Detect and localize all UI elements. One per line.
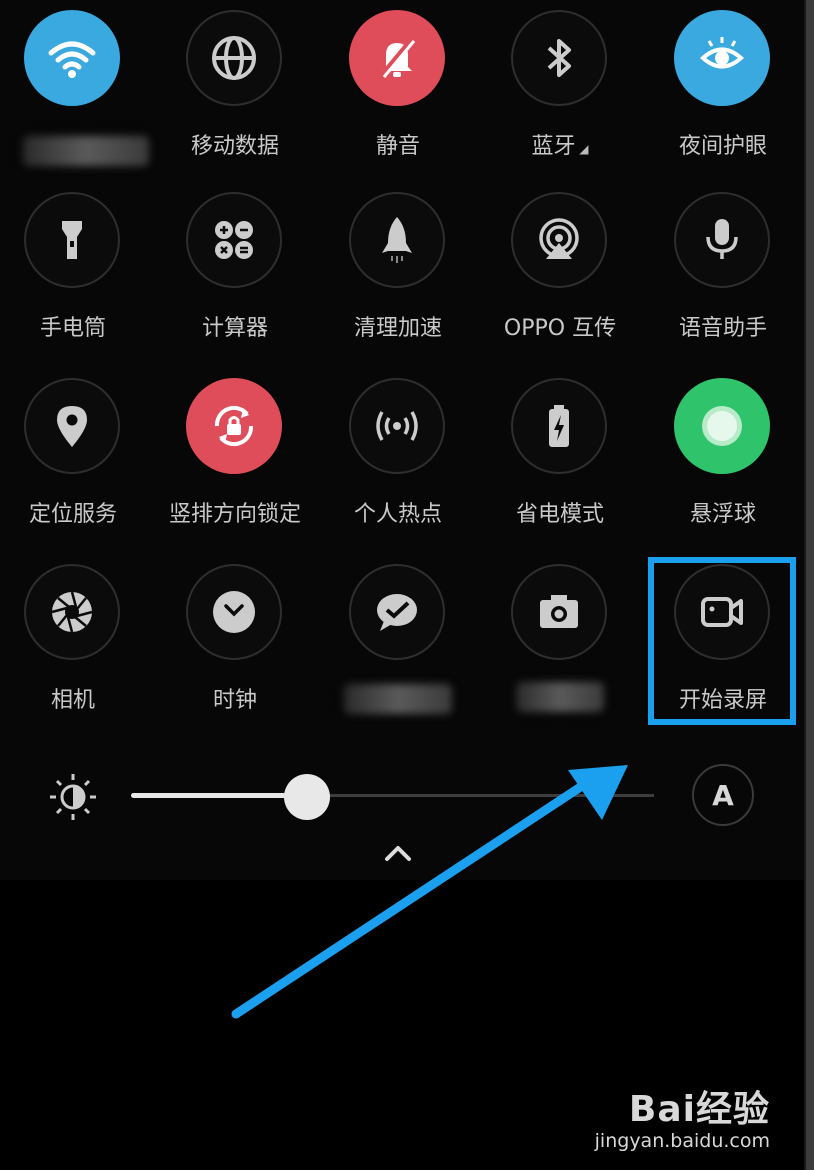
tile-label: 移动数据 [190,134,279,159]
expand-corner-icon: ◢ [575,142,589,156]
rocket-icon [349,192,445,288]
tile-mobile-data[interactable]: 移动数据 [165,10,305,180]
calculator-icon [186,192,282,288]
tile-flashlight[interactable]: 手电筒 [3,192,143,362]
collapse-chevron-up-icon[interactable] [380,838,416,866]
camera-tile-label-blurred [516,682,604,712]
brightness-icon [48,772,98,822]
tile-oppo-share[interactable]: OPPO 互传 [490,192,630,362]
share-icon [511,192,607,288]
auto-brightness-button[interactable]: A [692,764,754,826]
tile-label: 悬浮球 [689,502,756,527]
eye-icon [674,10,770,106]
tile-camera-aperture[interactable]: 相机 [3,564,143,734]
wifi-icon [24,10,120,106]
bell-off-icon [349,10,445,106]
hotspot-icon [349,378,445,474]
tile-clock[interactable]: 时钟 [165,564,305,734]
tile-hotspot[interactable]: 个人热点 [328,378,468,548]
clock-icon [186,564,282,660]
tile-chat[interactable] [328,564,468,734]
bluetooth-icon [511,10,607,106]
tile-label: 夜间护眼 [678,134,767,159]
tile-label: 清理加速 [353,316,442,341]
tile-night-mode[interactable]: 夜间护眼 [653,10,793,180]
chat-icon [349,564,445,660]
tile-cleanup[interactable]: 清理加速 [328,192,468,362]
tile-label: 个人热点 [353,502,442,527]
wifi-network-name-blurred [23,136,149,166]
tile-label: 手电筒 [39,316,106,341]
tile-label: 定位服务 [28,502,117,527]
tile-location[interactable]: 定位服务 [3,378,143,548]
tile-voice-assistant[interactable]: 语音助手 [653,192,793,362]
floating-ball-icon [674,378,770,474]
tile-label: 省电模式 [515,502,604,527]
quick-settings-panel: 移动数据 静音 蓝牙 ◢ 夜间护眼 手电筒 计算器 清理加速 OPPO 互传 语… [0,0,808,880]
screen-record-highlight-box [648,557,796,725]
tile-floating-ball[interactable]: 悬浮球 [653,378,793,548]
microphone-icon [674,192,770,288]
aperture-icon [24,564,120,660]
brightness-slider-thumb[interactable] [284,774,330,820]
watermark-logo: Bai经验 [628,1089,770,1130]
tile-label: 相机 [50,688,95,713]
location-pin-icon [24,378,120,474]
tile-camera[interactable] [490,564,630,734]
rotation-lock-icon [186,378,282,474]
chat-tile-label-blurred [344,684,452,714]
globe-icon [186,10,282,106]
screen-edge [806,0,814,1170]
tile-label: 语音助手 [678,316,767,341]
tile-calculator[interactable]: 计算器 [165,192,305,362]
brightness-slider-track[interactable] [306,794,654,797]
brightness-slider-fill [131,793,306,798]
camera-icon [511,564,607,660]
tile-label: 计算器 [201,316,268,341]
flashlight-icon [24,192,120,288]
baidu-jingyan-watermark: Bai经验 jingyan.baidu.com [595,1080,770,1152]
watermark-url: jingyan.baidu.com [594,1130,770,1152]
tile-label: 时钟 [212,688,257,713]
tile-label: 蓝牙 ◢ [531,134,589,159]
tile-rotation-lock[interactable]: 竖排方向锁定 [165,378,305,548]
tile-label: 静音 [375,134,420,159]
battery-icon [511,378,607,474]
tile-bluetooth[interactable]: 蓝牙 ◢ [490,10,630,180]
tile-label: OPPO 互传 [503,316,617,341]
tile-label: 竖排方向锁定 [168,502,301,527]
tile-wifi[interactable] [3,10,149,180]
tile-mute[interactable]: 静音 [328,10,468,180]
tile-power-saving[interactable]: 省电模式 [490,378,630,548]
